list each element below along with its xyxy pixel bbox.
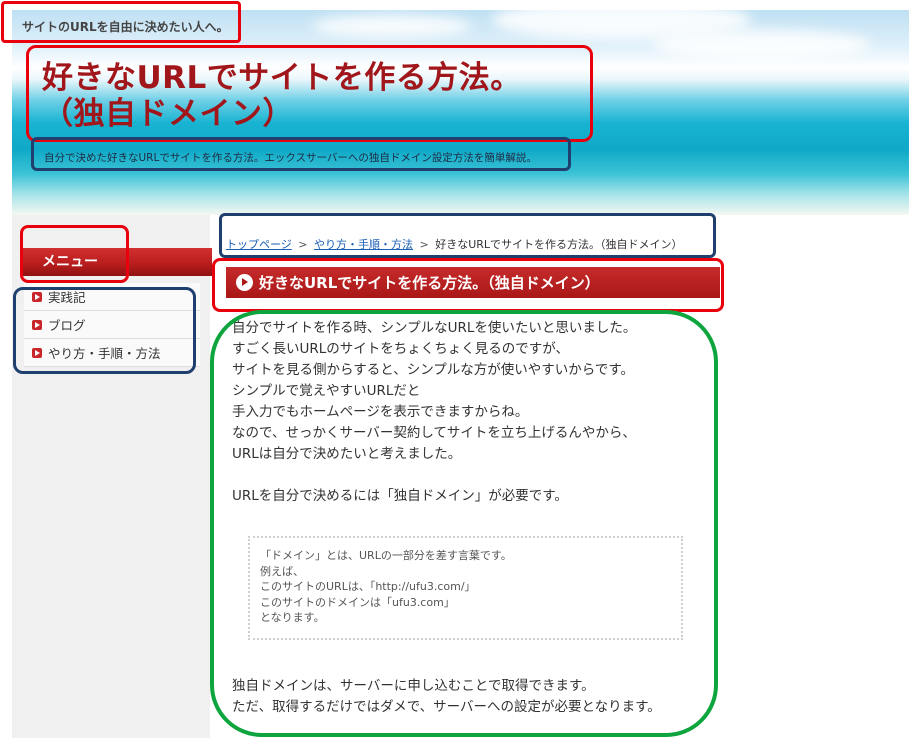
note-line: 「ドメイン」とは、URLの一部分を差す言葉です。 (260, 549, 512, 562)
site-title[interactable]: 好きなURLでサイトを作る方法。 （独自ドメイン） (42, 60, 522, 132)
site-description: 自分で決めた好きなURLでサイトを作る方法。エックスサーバーへの独自ドメイン設定… (44, 152, 537, 164)
article-line: URLは自分で決めたいと考えました。 (232, 446, 462, 462)
site-title-line: 好きなURLでサイトを作る方法。 (42, 60, 522, 96)
note-line: このサイトのドメインは「ufu3.com」 (260, 595, 455, 609)
breadcrumb-separator: > (419, 238, 429, 251)
note-line: このサイトのURLは、「http://ufu3.com/」 (260, 580, 476, 593)
menu-list: 実践記 ブログ やり方・手順・方法 (24, 283, 200, 367)
sidebar: メニュー 実践記 ブログ やり方・手順・方法 (12, 215, 212, 738)
post-title: 好きなURLでサイトを作る方法。（独自ドメイン） (226, 267, 720, 298)
breadcrumb-home-link[interactable]: トップページ (226, 238, 292, 251)
article-line: サイトを見る側からすると、シンプルな方が使いやすいからです。 (232, 362, 635, 378)
note-line: 例えば、 (260, 564, 304, 578)
article-line: なので、せっかくサーバー契約してサイトを立ち上げるんやから、 (232, 425, 636, 441)
post-title-text: 好きなURLでサイトを作る方法。（独自ドメイン） (259, 274, 600, 292)
site-title-line: （独自ドメイン） (42, 96, 294, 132)
main-content: トップページ > やり方・手順・方法 > 好きなURLでサイトを作る方法。（独自… (220, 215, 720, 738)
page-body: メニュー 実践記 ブログ やり方・手順・方法 トップページ > やり方・手順・方… (12, 215, 909, 738)
sidebar-item-label: やり方・手順・方法 (48, 346, 161, 361)
arrow-bullet-icon (32, 347, 42, 358)
header-cloud (652, 30, 872, 60)
breadcrumb-category-link[interactable]: やり方・手順・方法 (314, 238, 413, 251)
sidebar-item-howto[interactable]: やり方・手順・方法 (24, 339, 200, 367)
article-line: ただ、取得するだけではダメで、サーバーへの設定が必要となります。 (232, 699, 661, 715)
article-line: 自分でサイトを作る時、シンプルなURLを使いたいと思いました。 (232, 320, 637, 336)
note-line: となります。 (260, 611, 325, 624)
sidebar-item-label: ブログ (48, 318, 86, 333)
sidebar-item-label: 実践記 (48, 290, 86, 305)
menu-heading: メニュー (22, 248, 212, 276)
breadcrumb-separator: > (298, 238, 308, 251)
sidebar-item-blog[interactable]: ブログ (24, 311, 200, 339)
note-box: 「ドメイン」とは、URLの一部分を差す言葉です。 例えば、 このサイトのURLは… (248, 536, 683, 640)
sidebar-item-jissenki[interactable]: 実践記 (24, 283, 200, 311)
article-body: 自分でサイトを作る時、シンプルなURLを使いたいと思いました。 すごく長いURL… (232, 318, 712, 507)
arrow-bullet-icon (32, 319, 42, 330)
article-line: 手入力でもホームページを表示できますからね。 (232, 404, 529, 420)
site-header: サイトのURLを自由に決めたい人へ。 好きなURLでサイトを作る方法。 （独自ド… (12, 10, 909, 215)
article-line: URLを自分で決めるには「独自ドメイン」が必要です。 (232, 488, 568, 504)
article-line: 独自ドメインは、サーバーに申し込むことで取得できます。 (232, 678, 595, 694)
breadcrumb: トップページ > やり方・手順・方法 > 好きなURLでサイトを作る方法。（独自… (226, 236, 683, 252)
breadcrumb-current: 好きなURLでサイトを作る方法。（独自ドメイン） (435, 238, 683, 251)
article-body-continued: 独自ドメインは、サーバーに申し込むことで取得できます。 ただ、取得するだけではダ… (232, 676, 712, 718)
article-line: シンプルで覚えやすいURLだと (232, 383, 421, 399)
article-line: すごく長いURLのサイトをちょくちょく見るのですが、 (232, 341, 570, 357)
circle-arrow-icon (236, 274, 253, 291)
header-cloud (312, 15, 472, 37)
site-tagline: サイトのURLを自由に決めたい人へ。 (22, 20, 229, 34)
arrow-bullet-icon (32, 291, 42, 302)
